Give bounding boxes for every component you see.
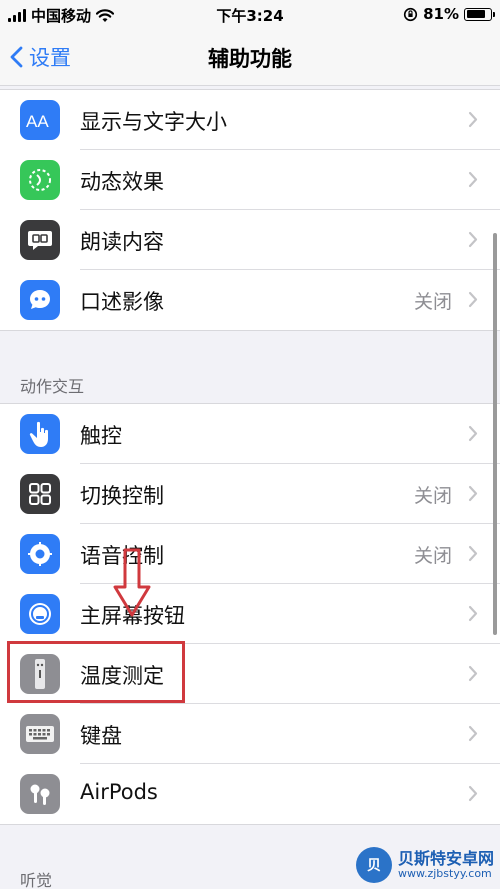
list-item-display-text-size[interactable]: AA 显示与文字大小 [0, 90, 500, 150]
list-item-label: 动态效果 [80, 170, 164, 194]
home-button-icon [20, 594, 60, 634]
chevron-right-icon [468, 545, 478, 562]
vision-settings-group: AA 显示与文字大小 动态效果 朗读内容 口述影像 关闭 [0, 89, 500, 331]
svg-text:AA: AA [26, 112, 49, 130]
touch-icon [20, 414, 60, 454]
list-item-home-button[interactable]: 主屏幕按钮 [0, 584, 500, 644]
page-title: 辅助功能 [208, 47, 292, 71]
chevron-right-icon [468, 111, 478, 128]
list-item-switch-control[interactable]: 切换控制 关闭 [0, 464, 500, 524]
speech-icon [20, 220, 60, 260]
orientation-lock-icon [403, 7, 418, 21]
scrollbar[interactable] [493, 233, 497, 635]
list-item-label: 显示与文字大小 [80, 110, 227, 134]
navigation-bar: 设置 辅助功能 [0, 30, 500, 86]
list-item-keyboard[interactable]: 键盘 [0, 704, 500, 764]
list-item-audio-descriptions[interactable]: 口述影像 关闭 [0, 270, 500, 330]
chevron-right-icon [468, 231, 478, 248]
chevron-right-icon [468, 485, 478, 502]
list-item-value: 关闭 [413, 545, 452, 567]
list-item-voice-control[interactable]: 语音控制 关闭 [0, 524, 500, 584]
airpods-icon [20, 774, 60, 814]
down-arrow-annotation-icon [113, 548, 151, 617]
section-header-interaction: 动作交互 [20, 377, 85, 396]
battery-icon [464, 7, 495, 21]
list-item-touch[interactable]: 触控 [0, 404, 500, 464]
chevron-right-icon [468, 605, 478, 622]
list-item-value: 关闭 [413, 485, 452, 507]
chevron-right-icon [468, 171, 478, 188]
list-item-label: 口述影像 [80, 290, 164, 314]
chevron-right-icon [468, 291, 478, 308]
list-item-airpods[interactable]: AirPods [0, 764, 500, 824]
list-item-spoken-content[interactable]: 朗读内容 [0, 210, 500, 270]
battery-percent: 81% [423, 5, 459, 23]
section-header-hearing: 听觉 [20, 871, 53, 889]
watermark-url: www.zjbstyy.com [397, 866, 492, 880]
highlight-box [7, 641, 185, 703]
audio-description-icon [20, 280, 60, 320]
list-item-label: 切换控制 [80, 484, 164, 508]
list-item-label: 键盘 [80, 724, 122, 748]
keyboard-icon [20, 714, 60, 754]
motion-icon [20, 160, 60, 200]
voice-control-icon [20, 534, 60, 574]
list-item-label: 触控 [80, 424, 122, 448]
list-item-motion[interactable]: 动态效果 [0, 150, 500, 210]
list-item-label: AirPods [80, 780, 158, 804]
list-item-label: 朗读内容 [80, 230, 164, 254]
watermark-title: 贝斯特安卓网 [397, 848, 494, 868]
chevron-right-icon [468, 785, 478, 802]
text-size-icon: AA [20, 100, 60, 140]
switch-control-icon [20, 474, 60, 514]
watermark: 贝 贝斯特安卓网 www.zjbstyy.com [355, 847, 494, 883]
chevron-right-icon [468, 725, 478, 742]
watermark-logo: 贝 [355, 847, 392, 883]
list-item-value: 关闭 [413, 291, 452, 313]
interaction-settings-group: 触控 切换控制 关闭 语音控制 关闭 主屏幕按钮 温度测定 键盘 AirPods [0, 403, 500, 825]
chevron-right-icon [468, 665, 478, 682]
status-bar: 中国移动 下午3:24 81% [0, 0, 500, 30]
chevron-right-icon [468, 425, 478, 442]
